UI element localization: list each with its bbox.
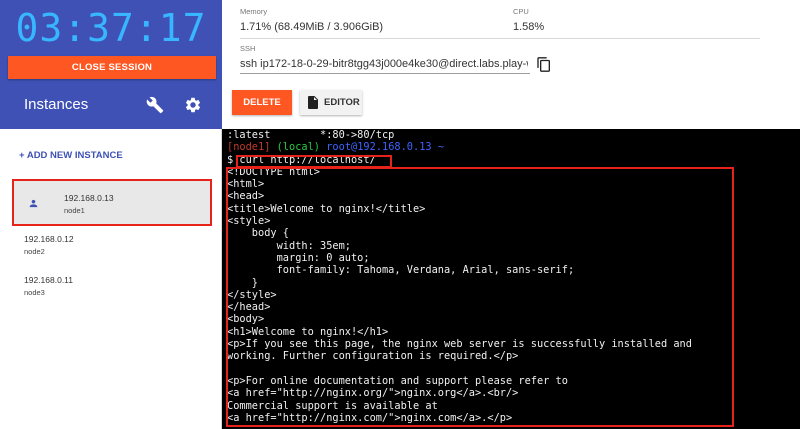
ssh-field-underline [240, 73, 530, 74]
memory-value: 1.71% (68.49MiB / 3.906GiB) [240, 21, 384, 33]
cpu-label: CPU [513, 7, 529, 16]
ssh-command-field[interactable]: ssh ip172-18-0-29-bitr8tgg43j000e4ke30@d… [240, 58, 528, 70]
prompt-local: (local) [276, 141, 321, 154]
instance-item-node1[interactable]: 192.168.0.13 node1 [12, 179, 212, 226]
sidebar: 03:37:17 CLOSE SESSION Instances + ADD N… [0, 0, 222, 429]
terminal[interactable]: :latest *:80->80/tcp [node1] (local) roo… [222, 129, 800, 429]
prompt-user: root@192.168.0.13 [326, 141, 432, 154]
terminal-prompt-line: [node1] (local) root@192.168.0.13 ~ [227, 141, 800, 153]
instance-ip: 192.168.0.12 [24, 234, 74, 244]
memory-label: Memory [240, 7, 268, 16]
instance-ip: 192.168.0.11 [24, 275, 73, 285]
divider [240, 38, 760, 39]
prompt-node: [node1] [227, 141, 271, 154]
instance-name: node1 [64, 206, 85, 215]
gear-icon[interactable] [184, 96, 202, 114]
add-new-instance-button[interactable]: + ADD NEW INSTANCE [19, 150, 123, 161]
ssh-label: SSH [240, 44, 256, 53]
instances-title: Instances [24, 96, 89, 113]
close-session-button[interactable]: CLOSE SESSION [8, 56, 216, 79]
person-icon [29, 199, 38, 208]
instance-name: node3 [24, 288, 45, 297]
instance-item-node2[interactable]: 192.168.0.12 node2 [24, 234, 224, 256]
delete-button[interactable]: DELETE [232, 90, 292, 115]
session-timer: 03:37:17 [15, 6, 207, 50]
instance-item-node3[interactable]: 192.168.0.11 node3 [24, 275, 224, 297]
file-icon [308, 96, 318, 109]
instance-name: node2 [24, 247, 45, 256]
cpu-value: 1.58% [513, 21, 545, 33]
copy-icon[interactable] [536, 56, 552, 73]
editor-button-label: EDITOR [324, 97, 360, 108]
instance-info-panel: Memory 1.71% (68.49MiB / 3.906GiB) CPU 1… [222, 0, 800, 129]
wrench-icon[interactable] [146, 96, 164, 114]
sidebar-header: 03:37:17 CLOSE SESSION Instances [0, 0, 222, 129]
output-highlight-box [226, 167, 734, 427]
instance-ip: 192.168.0.13 [64, 193, 114, 203]
editor-button[interactable]: EDITOR [300, 90, 362, 115]
terminal-line: :latest *:80->80/tcp [227, 129, 395, 141]
prompt-tilde: ~ [437, 141, 445, 154]
